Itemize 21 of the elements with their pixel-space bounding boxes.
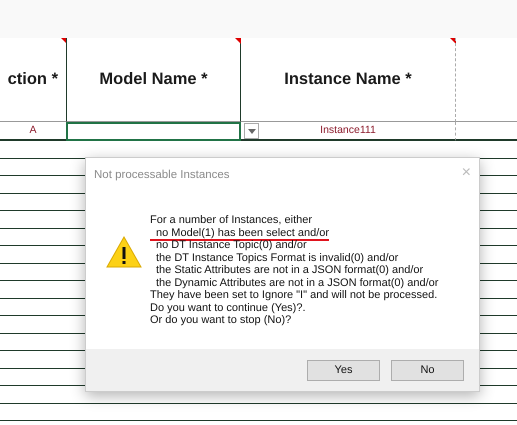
message-text: For a number of Instances, either (150, 214, 312, 227)
message-text: no DT Instance Topic(0) and/or (155, 239, 307, 252)
dropdown-button[interactable] (244, 123, 259, 139)
column-header: Model Name * (66, 38, 241, 122)
column-header: Instance Name * (241, 38, 455, 122)
message-text: the DT Instance Topics Format is invalid(0) and/or (155, 252, 398, 264)
dialog-title: Not processable Instances (94, 168, 230, 183)
column-header: ction * (0, 38, 66, 122)
message-text: Do you want to continue (Yes)?. (150, 302, 306, 314)
caret-icon (248, 128, 256, 134)
message-text: Or do you want to stop (No)? (150, 314, 292, 327)
message-text: the Static Attributes are not in a JSON format(0) and/or (155, 264, 424, 277)
table-cell[interactable]: Instance111 (241, 122, 455, 141)
dialog-button[interactable]: No (391, 360, 464, 381)
warning-icon (106, 236, 142, 268)
table-cell (455, 122, 517, 141)
message-text: no Model(1) has been select and/or (150, 226, 330, 242)
message-text: They have been set to Ignore "I" and will not be processed. (150, 289, 438, 302)
message-text: the Dynamic Attributes are not in a JSON format(0) and/or (155, 276, 438, 290)
table-cell[interactable]: A (0, 122, 66, 141)
dialog-button[interactable]: Yes (307, 360, 380, 381)
